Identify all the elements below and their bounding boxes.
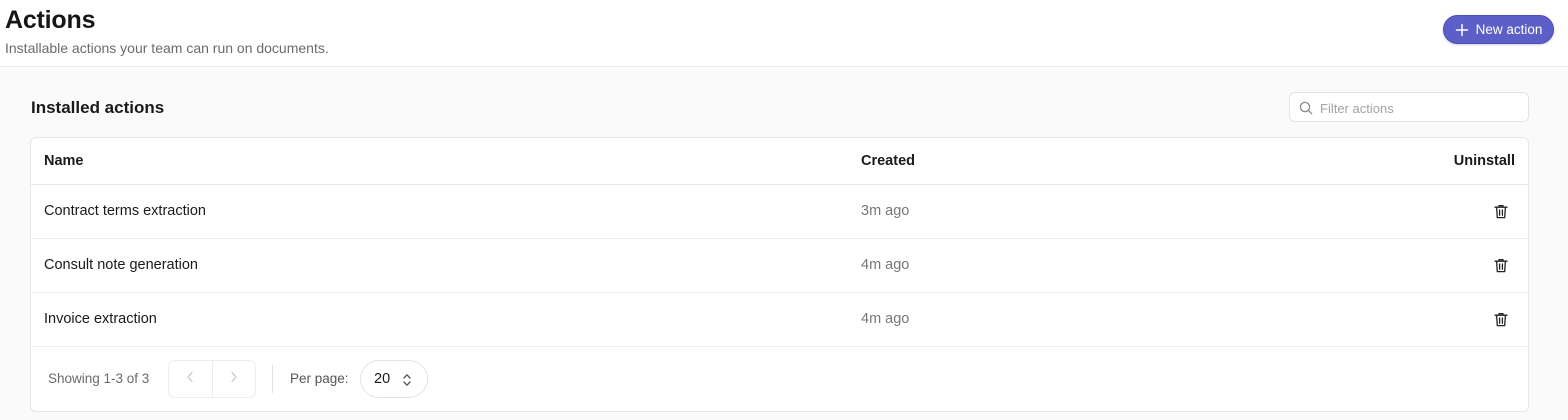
- main-content: Installed actions Name Created Uninstall…: [0, 68, 1568, 420]
- trash-icon[interactable]: [1492, 202, 1510, 220]
- table-header: Name Created Uninstall: [31, 138, 1528, 185]
- trash-icon[interactable]: [1492, 256, 1510, 274]
- table-row[interactable]: Invoice extraction 4m ago: [31, 293, 1528, 347]
- action-created: 4m ago: [861, 257, 910, 273]
- filter-field[interactable]: [1289, 92, 1529, 122]
- page-title: Actions: [5, 6, 96, 34]
- chevron-up-down-icon: [402, 372, 412, 388]
- chevron-left-icon: [186, 370, 194, 388]
- per-page-label: Per page:: [290, 371, 349, 386]
- table-footer: Showing 1-3 of 3 Per page: 20: [31, 347, 1528, 411]
- table-row[interactable]: Contract terms extraction 3m ago: [31, 185, 1528, 239]
- action-created: 3m ago: [861, 203, 910, 219]
- footer-divider: [272, 365, 273, 393]
- prev-page-button[interactable]: [169, 361, 212, 397]
- pagination-controls: [168, 360, 256, 398]
- page-header: Actions Installable actions your team ca…: [0, 0, 1568, 67]
- pagination-summary: Showing 1-3 of 3: [48, 371, 150, 386]
- per-page-select[interactable]: 20: [360, 360, 428, 398]
- table-row[interactable]: Consult note generation 4m ago: [31, 239, 1528, 293]
- filter-input[interactable]: [1320, 99, 1520, 117]
- chevron-right-icon: [230, 370, 238, 388]
- action-created: 4m ago: [861, 311, 910, 327]
- actions-table: Name Created Uninstall Contract terms ex…: [30, 137, 1529, 412]
- page-subtitle: Installable actions your team can run on…: [5, 40, 329, 56]
- new-action-label: New action: [1475, 22, 1543, 37]
- per-page-value: 20: [374, 371, 391, 387]
- search-icon: [1299, 101, 1313, 115]
- section-title: Installed actions: [31, 98, 165, 117]
- trash-icon[interactable]: [1492, 310, 1510, 328]
- column-header-name: Name: [44, 153, 84, 169]
- column-header-created: Created: [861, 153, 915, 169]
- action-name: Consult note generation: [44, 257, 198, 273]
- new-action-button[interactable]: New action: [1443, 15, 1554, 44]
- column-header-uninstall: Uninstall: [1453, 153, 1515, 169]
- plus-icon: [1455, 23, 1469, 37]
- action-name: Contract terms extraction: [44, 203, 206, 219]
- next-page-button[interactable]: [211, 361, 255, 397]
- action-name: Invoice extraction: [44, 311, 157, 327]
